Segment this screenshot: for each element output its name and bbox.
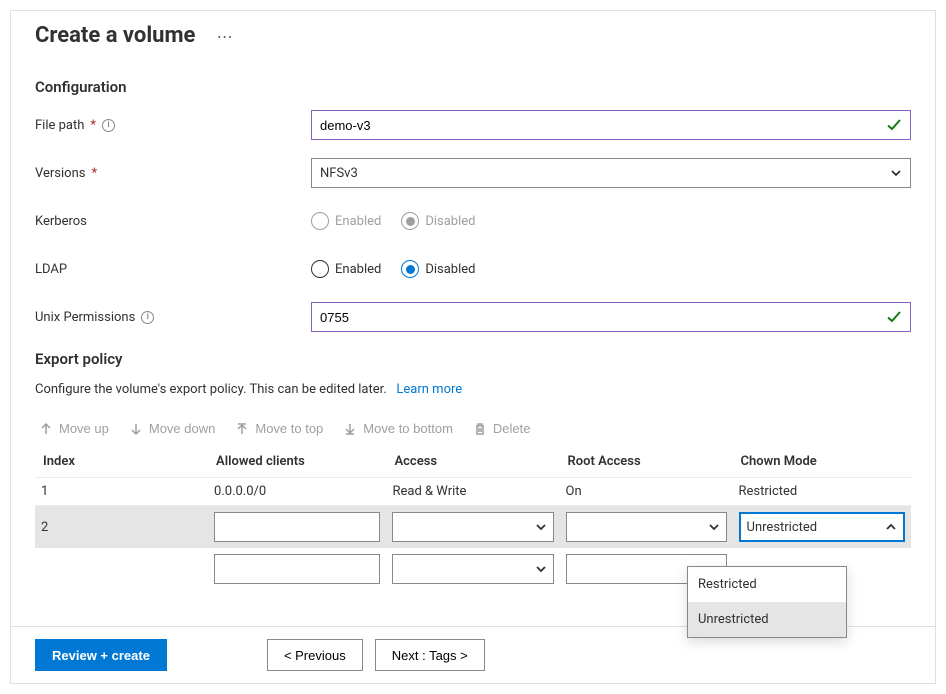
move-up-label: Move up — [59, 421, 109, 436]
chown-mode-select[interactable]: Unrestricted — [739, 512, 905, 542]
chevron-down-icon — [890, 167, 902, 179]
kerberos-disabled-label: Disabled — [425, 214, 475, 229]
chown-value: Unrestricted — [747, 520, 818, 535]
more-icon[interactable]: ⋯ — [217, 27, 233, 46]
cell-index: 2 — [35, 506, 208, 549]
kerberos-disabled-radio: Disabled — [401, 212, 475, 230]
cell-chown: Restricted — [733, 478, 911, 506]
export-policy-section-title: Export policy — [35, 350, 911, 368]
unix-permissions-input-wrap — [311, 302, 911, 332]
allowed-clients-input[interactable] — [214, 554, 380, 584]
chevron-down-icon — [708, 521, 720, 533]
move-up-button[interactable]: Move up — [39, 421, 109, 436]
chown-mode-dropdown: Restricted Unrestricted — [687, 566, 847, 638]
access-select[interactable] — [392, 512, 553, 542]
chevron-down-icon — [535, 521, 547, 533]
move-top-button[interactable]: Move to top — [235, 421, 323, 436]
unix-permissions-label: Unix Permissions i — [35, 310, 311, 325]
file-path-input[interactable] — [320, 118, 886, 133]
info-icon[interactable]: i — [141, 311, 154, 324]
unix-permissions-row: Unix Permissions i — [35, 302, 911, 332]
versions-select[interactable]: NFSv3 — [311, 158, 911, 188]
arrow-bottom-icon — [343, 422, 357, 436]
file-path-row: File path * i — [35, 110, 911, 140]
access-select[interactable] — [392, 554, 553, 584]
col-header-clients[interactable]: Allowed clients — [208, 446, 386, 478]
previous-button[interactable]: < Previous — [267, 639, 363, 671]
col-header-access[interactable]: Access — [386, 446, 559, 478]
unix-permissions-label-text: Unix Permissions — [35, 310, 135, 325]
learn-more-link[interactable]: Learn more — [396, 382, 462, 397]
delete-label: Delete — [493, 421, 531, 436]
root-access-select[interactable] — [566, 512, 727, 542]
kerberos-enabled-radio: Enabled — [311, 212, 381, 230]
versions-label: Versions * — [35, 166, 311, 181]
ldap-label: LDAP — [35, 262, 311, 277]
radio-icon — [401, 260, 419, 278]
move-down-button[interactable]: Move down — [129, 421, 215, 436]
required-indicator: * — [90, 118, 96, 133]
cell-access: Read & Write — [386, 478, 559, 506]
chown-option-unrestricted[interactable]: Unrestricted — [688, 602, 846, 637]
next-button[interactable]: Next : Tags > — [375, 639, 485, 671]
file-path-label: File path * i — [35, 118, 311, 133]
versions-label-text: Versions — [35, 166, 85, 181]
versions-value: NFSv3 — [320, 166, 890, 181]
create-volume-panel: Create a volume ⋯ Configuration File pat… — [10, 10, 936, 684]
ldap-disabled-radio[interactable]: Disabled — [401, 260, 475, 278]
move-bottom-label: Move to bottom — [363, 421, 453, 436]
kerberos-radio-group: Enabled Disabled — [311, 212, 911, 230]
check-icon — [886, 309, 902, 325]
move-bottom-button[interactable]: Move to bottom — [343, 421, 453, 436]
cell-clients: 0.0.0.0/0 — [208, 478, 386, 506]
ldap-enabled-label: Enabled — [335, 262, 381, 277]
col-header-root[interactable]: Root Access — [560, 446, 733, 478]
kerberos-label: Kerberos — [35, 214, 311, 229]
chown-option-restricted[interactable]: Restricted — [688, 567, 846, 602]
export-policy-description: Configure the volume's export policy. Th… — [35, 382, 911, 397]
col-header-index[interactable]: Index — [35, 446, 208, 478]
kerberos-enabled-label: Enabled — [335, 214, 381, 229]
page-title: Create a volume — [35, 23, 195, 48]
required-indicator: * — [91, 166, 97, 181]
file-path-input-wrap — [311, 110, 911, 140]
radio-icon — [311, 260, 329, 278]
table-row[interactable]: 2 Unrestricted — [35, 506, 911, 549]
policy-toolbar: Move up Move down Move to top Move to bo… — [35, 415, 911, 442]
allowed-clients-input[interactable] — [214, 512, 380, 542]
info-icon[interactable]: i — [102, 119, 115, 132]
radio-icon — [311, 212, 329, 230]
kerberos-row: Kerberos Enabled Disabled — [35, 206, 911, 236]
ldap-disabled-label: Disabled — [425, 262, 475, 277]
move-down-label: Move down — [149, 421, 215, 436]
ldap-row: LDAP Enabled Disabled — [35, 254, 911, 284]
arrow-up-icon — [39, 422, 53, 436]
ldap-enabled-radio[interactable]: Enabled — [311, 260, 381, 278]
cell-index: 1 — [35, 478, 208, 506]
radio-icon — [401, 212, 419, 230]
chevron-down-icon — [535, 563, 547, 575]
export-policy-description-text: Configure the volume's export policy. Th… — [35, 382, 387, 397]
trash-icon — [473, 422, 487, 436]
delete-button[interactable]: Delete — [473, 421, 531, 436]
unix-permissions-input[interactable] — [320, 310, 886, 325]
arrow-down-icon — [129, 422, 143, 436]
table-row[interactable]: 1 0.0.0.0/0 Read & Write On Restricted — [35, 478, 911, 506]
ldap-radio-group: Enabled Disabled — [311, 260, 911, 278]
file-path-label-text: File path — [35, 118, 84, 133]
configuration-section-title: Configuration — [35, 78, 911, 96]
cell-root: On — [560, 478, 733, 506]
col-header-chown[interactable]: Chown Mode — [733, 446, 911, 478]
arrow-top-icon — [235, 422, 249, 436]
review-create-button[interactable]: Review + create — [35, 639, 167, 671]
versions-row: Versions * NFSv3 — [35, 158, 911, 188]
move-top-label: Move to top — [255, 421, 323, 436]
cell-index — [35, 548, 208, 590]
chevron-up-icon — [885, 521, 897, 533]
check-icon — [886, 117, 902, 133]
